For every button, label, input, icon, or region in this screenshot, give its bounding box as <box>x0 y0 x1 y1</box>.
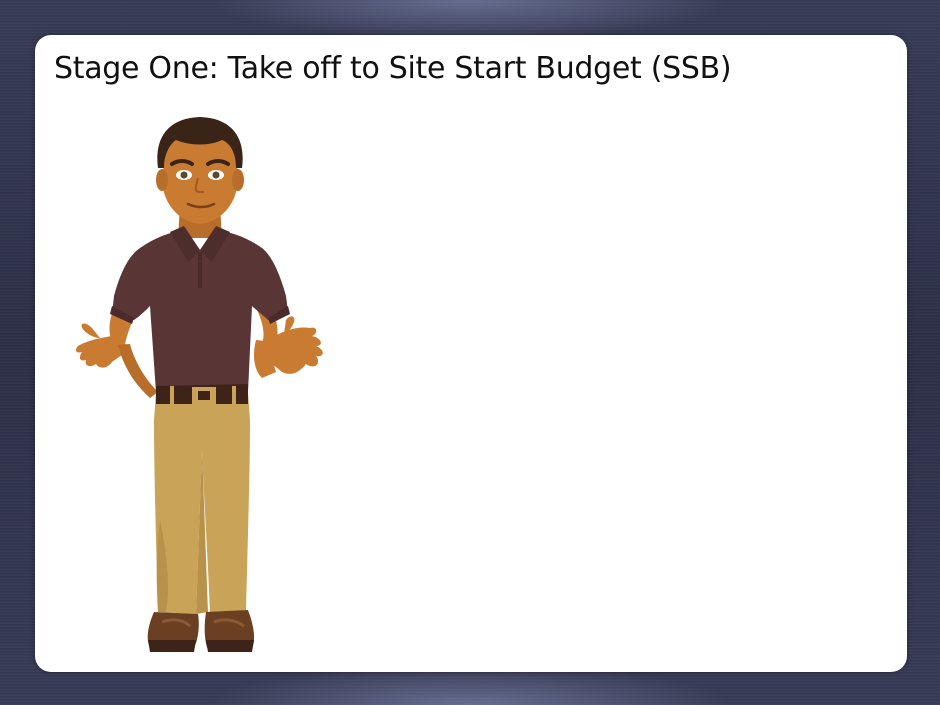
slide-title: Stage One: Take off to Site Start Budget… <box>54 51 732 86</box>
presenter-character-illustration <box>75 117 323 652</box>
